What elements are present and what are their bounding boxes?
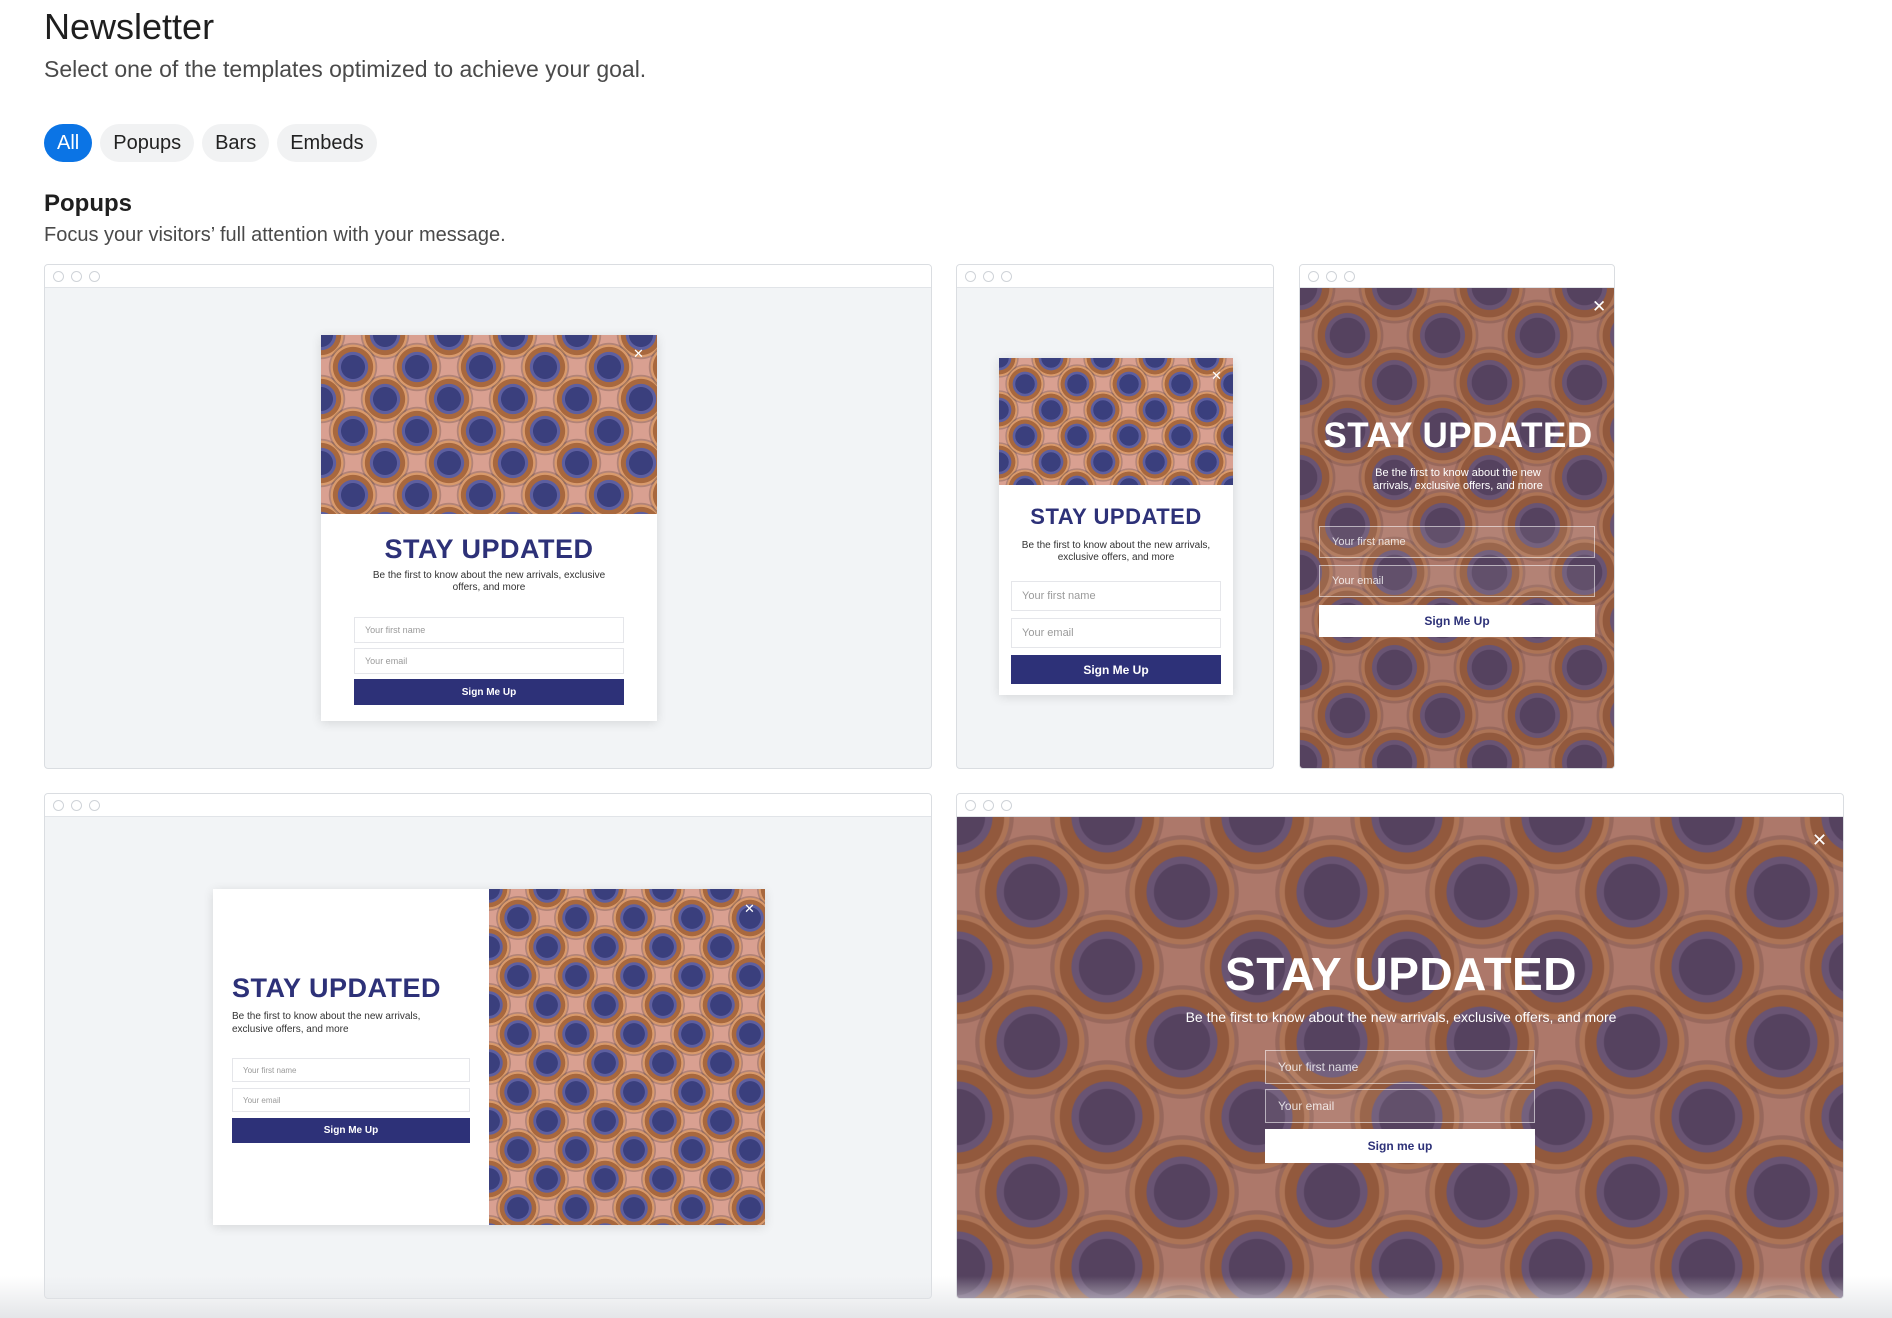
popup-text: Be the first to know about the new arriv… (372, 570, 606, 593)
window-dot-icon (1326, 271, 1337, 282)
sign-up-button[interactable]: Sign Me Up (1011, 655, 1221, 684)
browser-chrome (1300, 265, 1614, 288)
section-title: Popups (44, 190, 132, 217)
sign-up-button[interactable]: Sign Me Up (354, 679, 624, 705)
product-photo (489, 889, 765, 1225)
popup-headline: STAY UPDATED (384, 534, 594, 564)
window-dot-icon (1001, 800, 1012, 811)
template-preview: ✕ STAY UPDATED Be the first to know abou… (45, 288, 931, 768)
template-card-1[interactable]: ✕ STAY UPDATED Be the first to know abou… (44, 264, 932, 769)
close-icon[interactable]: ✕ (1592, 298, 1606, 316)
window-dot-icon (1001, 271, 1012, 282)
window-dot-icon (983, 800, 994, 811)
popup-text: Be the first to know about the new arriv… (1373, 467, 1543, 492)
window-dot-icon (71, 800, 82, 811)
browser-chrome (957, 794, 1843, 817)
template-preview: ✕ STAY UPDATED Be the first to know abou… (45, 817, 931, 1298)
sign-up-button[interactable]: Sign Me Up (232, 1118, 470, 1143)
product-photo (999, 358, 1233, 485)
first-name-field[interactable]: Your first name (354, 617, 624, 643)
popup-headline: STAY UPDATED (1323, 416, 1593, 455)
close-icon[interactable]: ✕ (1812, 831, 1827, 849)
window-dot-icon (965, 271, 976, 282)
filter-bars[interactable]: Bars (202, 124, 270, 162)
close-icon[interactable]: ✕ (1211, 367, 1222, 385)
template-preview: ✕ STAY UPDATED Be the first to know abou… (957, 817, 1843, 1298)
filter-embeds[interactable]: Embeds (277, 124, 377, 162)
window-dot-icon (1308, 271, 1319, 282)
popup-modal: ✕ STAY UPDATED Be the first to know abou… (213, 889, 765, 1225)
template-card-5[interactable]: ✕ STAY UPDATED Be the first to know abou… (956, 793, 1844, 1299)
window-dot-icon (71, 271, 82, 282)
filter-all[interactable]: All (44, 124, 93, 162)
filter-tabs: All Popups Bars Embeds (44, 124, 377, 162)
template-card-4[interactable]: ✕ STAY UPDATED Be the first to know abou… (44, 793, 932, 1299)
email-field[interactable]: Your email (1319, 565, 1595, 597)
first-name-field[interactable]: Your first name (1319, 526, 1595, 558)
bottom-fade (0, 1276, 1892, 1318)
template-preview: ✕ STAY UPDATED Be the first to know abou… (1300, 288, 1614, 768)
window-dot-icon (53, 271, 64, 282)
page-title: Newsletter (44, 6, 215, 47)
email-field[interactable]: Your email (1011, 618, 1221, 648)
popup-text: Be the first to know about the new arriv… (1185, 1009, 1617, 1025)
window-dot-icon (983, 271, 994, 282)
product-photo (321, 335, 657, 514)
template-card-2[interactable]: ✕ STAY UPDATED Be the first to know abou… (956, 264, 1274, 769)
window-dot-icon (965, 800, 976, 811)
first-name-field[interactable]: Your first name (1011, 581, 1221, 611)
browser-chrome (957, 265, 1273, 288)
sign-up-button[interactable]: Sign me up (1265, 1129, 1535, 1163)
template-card-3[interactable]: ✕ STAY UPDATED Be the first to know abou… (1299, 264, 1615, 769)
popup-text: Be the first to know about the new arriv… (232, 1011, 421, 1035)
popup-headline: STAY UPDATED (1225, 948, 1577, 1000)
browser-chrome (45, 794, 931, 817)
window-dot-icon (89, 271, 100, 282)
first-name-field[interactable]: Your first name (1265, 1050, 1535, 1084)
first-name-field[interactable]: Your first name (232, 1058, 470, 1082)
window-dot-icon (1344, 271, 1355, 282)
browser-chrome (45, 265, 931, 288)
popup-headline: STAY UPDATED (1030, 504, 1202, 529)
section-description: Focus your visitors’ full attention with… (44, 224, 506, 246)
window-dot-icon (53, 800, 64, 811)
email-field[interactable]: Your email (354, 648, 624, 674)
popup-modal: ✕ STAY UPDATED Be the first to know abou… (321, 335, 657, 721)
popup-headline: STAY UPDATED (232, 973, 442, 1003)
email-field[interactable]: Your email (1265, 1089, 1535, 1123)
close-icon[interactable]: ✕ (744, 900, 755, 918)
window-dot-icon (89, 800, 100, 811)
close-icon[interactable]: ✕ (633, 345, 644, 363)
popup-text: Be the first to know about the new arriv… (1021, 540, 1211, 563)
filter-popups[interactable]: Popups (100, 124, 195, 162)
sign-up-button[interactable]: Sign Me Up (1319, 605, 1595, 637)
popup-modal: ✕ STAY UPDATED Be the first to know abou… (999, 358, 1233, 695)
email-field[interactable]: Your email (232, 1088, 470, 1112)
template-preview: ✕ STAY UPDATED Be the first to know abou… (957, 288, 1273, 768)
page-subtitle: Select one of the templates optimized to… (44, 56, 647, 82)
